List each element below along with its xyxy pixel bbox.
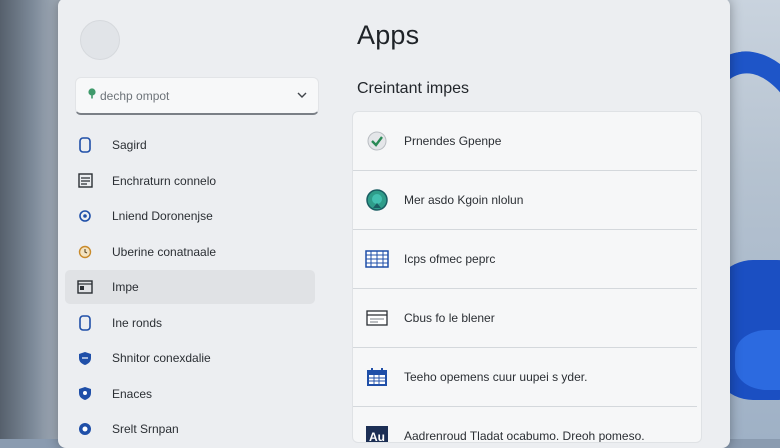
desktop-background-left: [0, 0, 60, 439]
list-item-label: Teeho opemens cuur uupei s yder.: [404, 370, 588, 384]
section-title: Creintant impes: [357, 80, 470, 97]
list-item[interactable]: Prnendes Gpenpe: [353, 112, 697, 171]
globe-icon: [77, 421, 93, 437]
au-badge-text: Au: [369, 430, 385, 443]
list-item-label: Prnendes Gpenpe: [404, 134, 502, 148]
list-item[interactable]: Cbus fo le blener: [353, 289, 697, 348]
list-item[interactable]: Icps ofmec peprc: [353, 230, 697, 289]
globe-app-icon: [365, 188, 389, 212]
shield-icon: [77, 386, 93, 402]
sidebar-nav: Sagird Enchraturn connelo Lniend Doronen…: [60, 128, 325, 448]
grid-app-icon: [365, 247, 389, 271]
sidebar-item-lniend[interactable]: Lniend Doronenjse: [65, 199, 315, 233]
check-shield-icon: [365, 129, 389, 153]
sidebar-item-ine-ronds[interactable]: Ine ronds: [65, 306, 315, 340]
clock-icon: [77, 244, 93, 260]
sidebar-item-enchraturn[interactable]: Enchraturn connelo: [65, 164, 315, 198]
sidebar-item-label: Ine ronds: [112, 315, 163, 330]
globe-icon: [77, 208, 93, 224]
search-box[interactable]: [75, 77, 319, 115]
sidebar-item-srelt[interactable]: Srelt Srnpan: [65, 412, 315, 446]
search-input[interactable]: [100, 85, 290, 107]
list-item-label: Mer asdo Kgoin nlolun: [404, 193, 524, 207]
phone-icon: [77, 137, 93, 153]
sidebar-item-label: Uberine conatnaale: [112, 244, 217, 259]
sidebar-item-label: Srelt Srnpan: [112, 422, 179, 436]
shield-icon: [77, 350, 93, 366]
sidebar-item-label: Sagird: [112, 138, 147, 152]
search-icon: [88, 88, 96, 99]
list-item-label: Aadrenroud Tladat ocabumo. Dreoh pomeso.: [404, 429, 645, 443]
calendar-app-icon: [365, 365, 389, 389]
desktop-background-right: [725, 0, 780, 439]
list-item[interactable]: Teeho opemens cuur uupei s yder.: [353, 348, 697, 407]
sidebar-item-label: Shnitor conexdalie: [112, 351, 211, 365]
calendar-icon: [77, 173, 93, 189]
sidebar-item-label: Lniend Doronenjse: [112, 209, 213, 223]
list-item[interactable]: Mer asdo Kgoin nlolun: [353, 171, 697, 230]
list-item-label: Icps ofmec peprc: [404, 252, 496, 266]
window-app-icon: [365, 306, 389, 330]
avatar[interactable]: [80, 20, 120, 60]
page-title: Apps: [357, 20, 420, 50]
sidebar-item-enaces[interactable]: Enaces: [65, 377, 315, 411]
list-item[interactable]: Au Aadrenroud Tladat ocabumo. Dreoh pome…: [353, 407, 697, 443]
sidebar-item-impe[interactable]: Impe: [65, 270, 315, 304]
au-app-icon: Au: [365, 424, 389, 443]
sidebar-item-sagird[interactable]: Sagird: [65, 128, 315, 162]
list-item-label: Cbus fo le blener: [404, 311, 495, 325]
wallpaper-swirl: [735, 330, 780, 390]
sidebar-item-shnitor[interactable]: Shnitor conexdalie: [65, 341, 315, 375]
sidebar-item-label: Enchraturn connelo: [112, 173, 217, 188]
sidebar-item-uberine[interactable]: Uberine conatnaale: [65, 235, 315, 269]
apps-list: Prnendes Gpenpe Mer asdo Kgoin nlolun Ic…: [352, 111, 702, 443]
sidebar-item-label: Enaces: [112, 386, 153, 401]
chevron-down-icon[interactable]: [296, 90, 308, 100]
window-icon: [77, 279, 93, 295]
phone-icon: [77, 314, 93, 331]
sidebar-item-label: Impe: [112, 280, 139, 294]
